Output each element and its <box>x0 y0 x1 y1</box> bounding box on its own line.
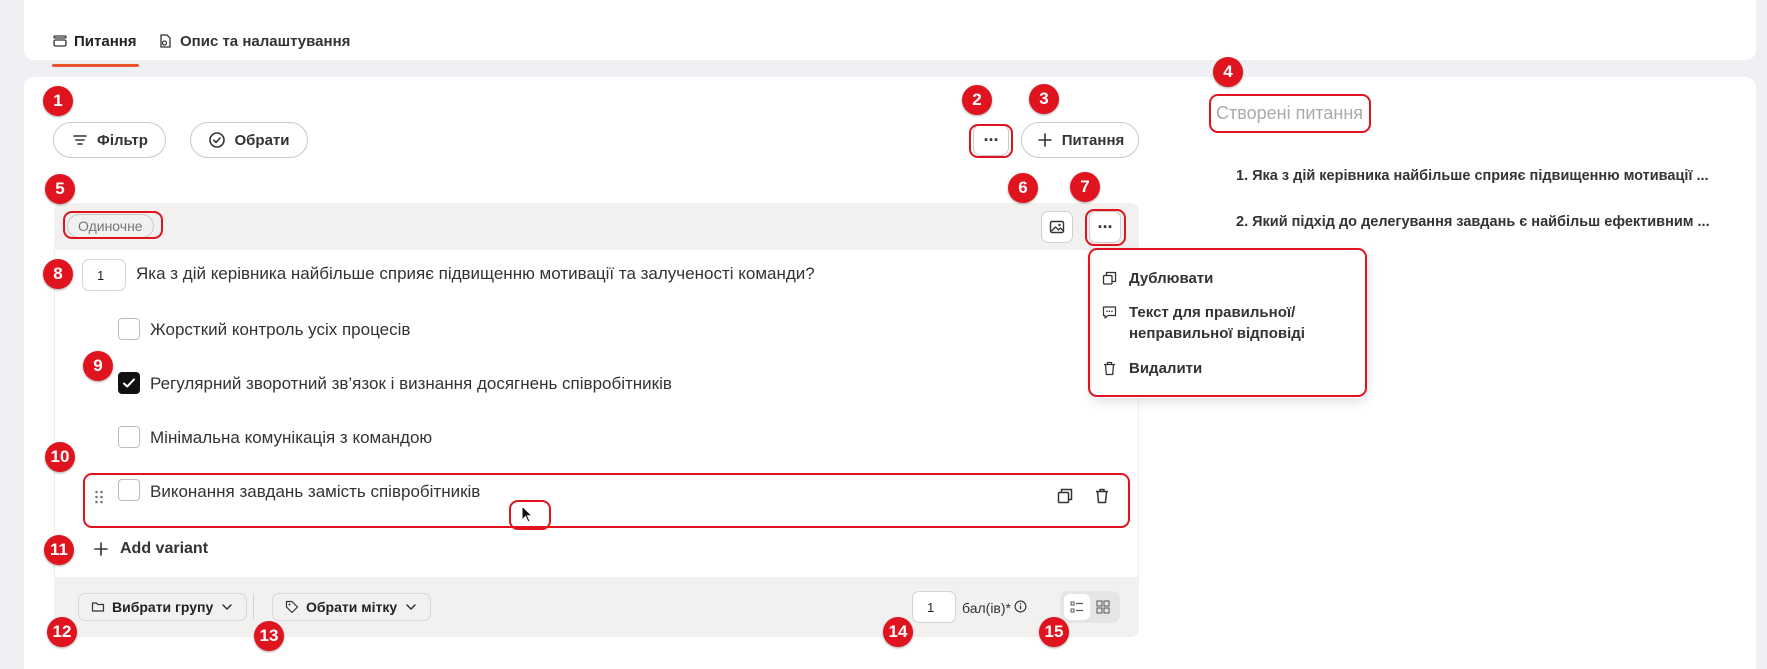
add-variant-button[interactable]: Add variant <box>92 540 208 558</box>
highlight-option-row <box>83 473 1130 528</box>
points-unit-label: бал(ів)* <box>962 600 1011 616</box>
tab-questions[interactable]: Питання <box>52 30 137 52</box>
tag-dropdown[interactable]: Обрати мітку <box>272 593 432 621</box>
folder-icon <box>91 602 105 612</box>
annotation-badge: 1 <box>43 86 73 116</box>
chevron-down-icon <box>222 604 233 611</box>
document-settings-icon <box>160 34 171 48</box>
add-variant-label: Add variant <box>120 540 209 557</box>
filter-button[interactable]: Фільтр <box>53 122 166 158</box>
option-text[interactable]: Жорсткий контроль усіх процесів <box>150 320 410 340</box>
option-text[interactable]: Мінімальна комунікація з командою <box>150 428 432 448</box>
add-question-button[interactable]: Питання <box>1021 122 1139 158</box>
option-checkbox-checked[interactable] <box>118 372 140 394</box>
image-icon <box>1049 220 1065 234</box>
info-icon[interactable] <box>1014 600 1027 613</box>
question-header <box>54 203 1139 250</box>
checkmark-icon <box>123 378 135 388</box>
tab-description-label: Опис та налаштування <box>180 32 351 50</box>
option-checkbox[interactable] <box>118 426 140 448</box>
list-view-icon <box>1070 601 1083 613</box>
option-text[interactable]: Регулярний зворотний зв’язок і визнання … <box>150 374 672 394</box>
question-text[interactable]: Яка з дій керівника найбільше сприяє під… <box>136 264 815 284</box>
annotation-badge: 13 <box>254 621 284 651</box>
grid-view-button[interactable] <box>1090 594 1116 620</box>
group-dropdown-label: Вибрати групу <box>112 599 214 615</box>
grid-view-icon <box>1096 600 1110 614</box>
filter-label: Фільтр <box>97 131 148 149</box>
tag-dropdown-label: Обрати мітку <box>306 599 398 615</box>
annotation-badge: 3 <box>1029 84 1059 114</box>
annotation-badge: 8 <box>43 259 73 289</box>
select-button[interactable]: Обрати <box>190 122 308 158</box>
plus-icon <box>1037 133 1052 147</box>
highlight-question-more <box>1085 209 1126 246</box>
filter-icon <box>73 135 87 145</box>
select-label: Обрати <box>234 131 290 149</box>
annotation-badge: 7 <box>1070 172 1100 202</box>
footer-divider <box>253 594 254 620</box>
highlight-created-questions <box>1209 94 1371 133</box>
highlight-type-tag <box>63 211 163 239</box>
view-toggle <box>1060 591 1120 623</box>
plus-icon <box>94 542 108 556</box>
annotation-badge: 15 <box>1039 617 1069 647</box>
tab-description-settings[interactable]: Опис та налаштування <box>158 30 350 52</box>
add-question-label: Питання <box>1061 131 1125 149</box>
annotation-badge: 2 <box>962 85 992 115</box>
stack-icon <box>53 35 67 47</box>
annotation-badge: 9 <box>83 351 113 381</box>
annotation-badge: 4 <box>1213 57 1243 87</box>
highlight-cursor <box>509 500 551 530</box>
created-question-item[interactable]: 2. Який підхід до делегування завдань є … <box>1236 214 1736 230</box>
annotation-badge: 12 <box>47 617 77 647</box>
active-tab-indicator <box>52 64 139 67</box>
highlight-more-actions <box>969 124 1013 158</box>
tag-icon <box>285 600 299 614</box>
check-circle-icon <box>209 132 226 148</box>
created-question-item[interactable]: 1. Яка з дій керівника найбільше сприяє … <box>1236 168 1736 184</box>
annotation-badge: 10 <box>45 442 75 472</box>
highlight-context-menu <box>1088 248 1367 397</box>
group-dropdown[interactable]: Вибрати групу <box>78 593 248 621</box>
annotation-badge: 5 <box>45 174 75 204</box>
annotation-badge: 11 <box>44 535 74 565</box>
annotation-badge: 14 <box>883 617 913 647</box>
points-input[interactable]: 1 <box>912 591 956 623</box>
question-number-field[interactable]: 1 <box>82 259 126 291</box>
tab-questions-label: Питання <box>74 32 137 50</box>
list-view-button[interactable] <box>1064 594 1090 620</box>
add-image-button[interactable] <box>1041 211 1073 243</box>
option-checkbox[interactable] <box>118 318 140 340</box>
chevron-down-icon <box>406 604 416 611</box>
annotation-badge: 6 <box>1008 173 1038 203</box>
